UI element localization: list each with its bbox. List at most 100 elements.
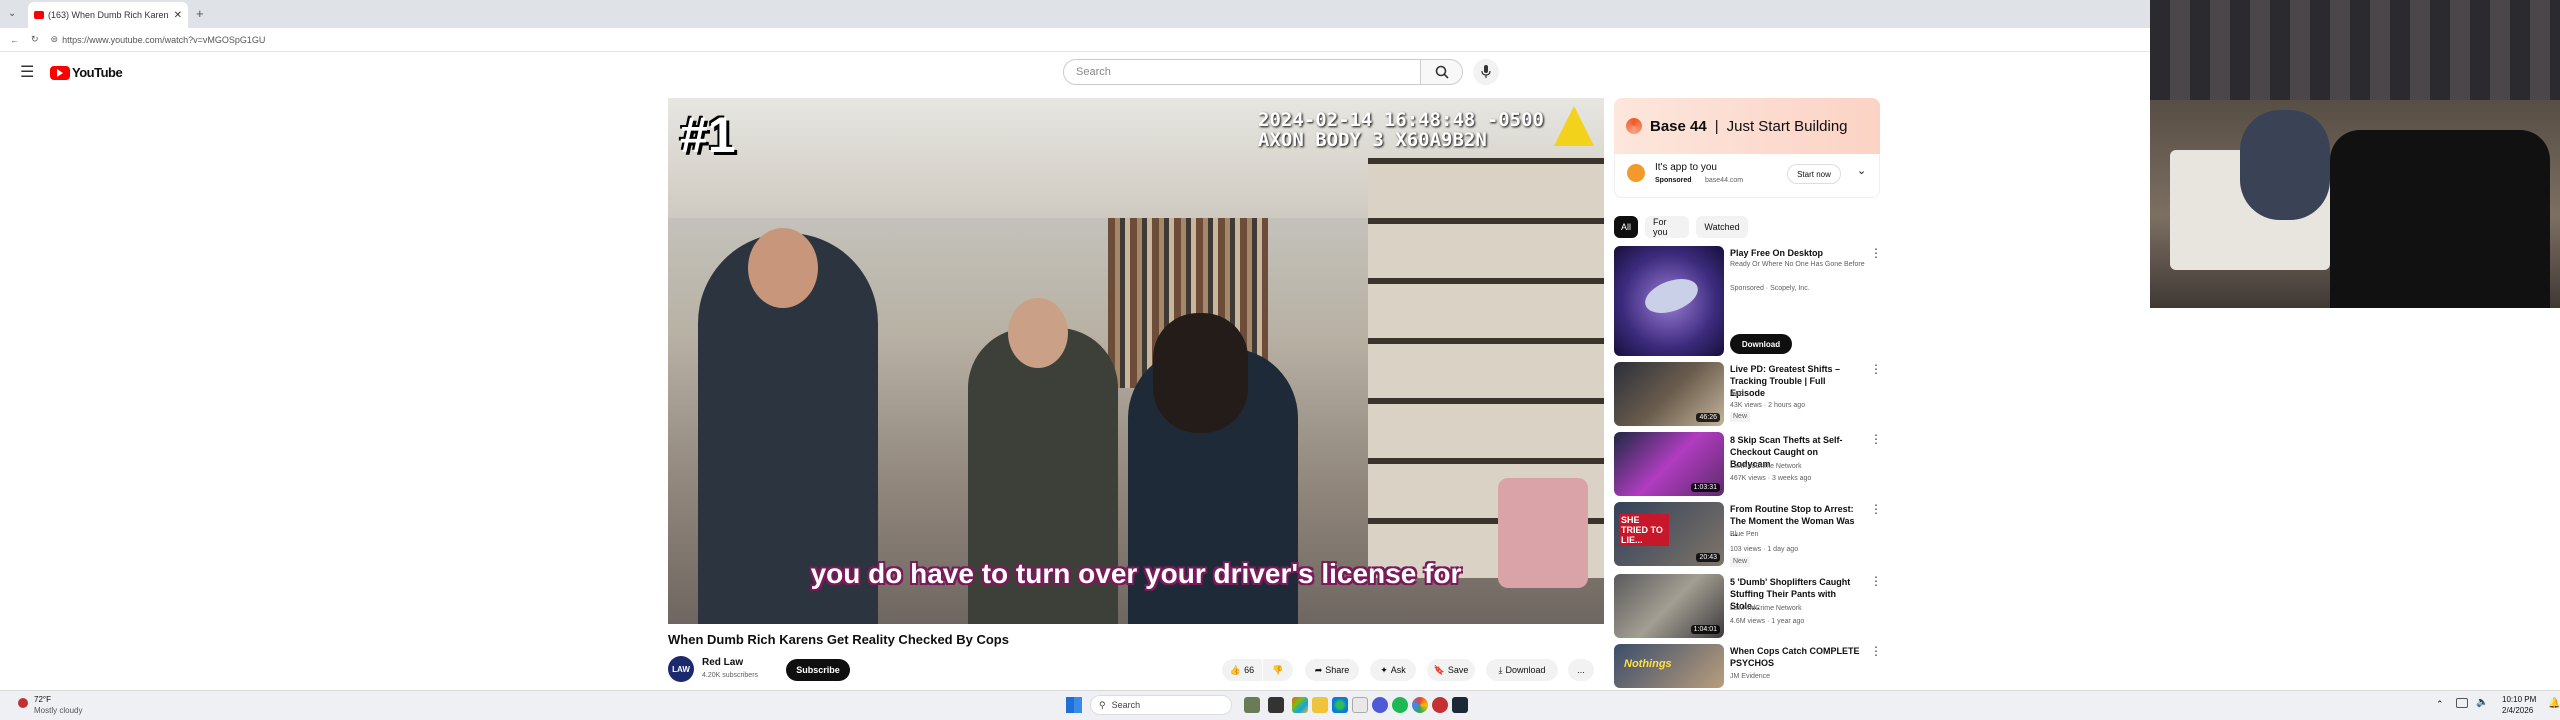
channel-name[interactable]: Blue Pen xyxy=(1730,530,1758,540)
video-meta: 43K views · 2 hours ago xyxy=(1730,402,1806,409)
channel-name[interactable]: A&E xyxy=(1730,390,1744,400)
chip-for-you[interactable]: For you xyxy=(1645,216,1689,238)
hamburger-menu-icon[interactable]: ☰ xyxy=(20,62,34,82)
file-explorer-icon[interactable] xyxy=(1312,697,1328,713)
video-thumbnail[interactable]: 1:03:31 xyxy=(1614,432,1724,496)
video-meta: Sponsored · Scopely, Inc. xyxy=(1730,285,1810,292)
base44-logo-icon xyxy=(1626,118,1642,134)
notifications-icon[interactable]: 🔔 xyxy=(2548,698,2560,709)
share-label: Share xyxy=(1325,665,1350,675)
chevron-down-icon[interactable]: ⌄ xyxy=(1857,164,1866,177)
task-view-icon[interactable] xyxy=(1268,697,1284,713)
video-thumbnail[interactable]: 46:26 xyxy=(1614,362,1724,426)
browser-tab-bar: ⌄ (163) When Dumb Rich Karen ✕ + xyxy=(0,0,2150,28)
new-badge: New xyxy=(1730,412,1751,422)
more-actions-icon: ... xyxy=(1577,665,1585,675)
youtube-logo-text[interactable]: YouTube xyxy=(72,65,123,80)
dislike-button[interactable]: 👎 xyxy=(1263,659,1293,681)
download-icon: ⤓ xyxy=(1498,664,1503,675)
video-player[interactable]: #1 2024-02-14 16:48:48 -0500 AXON BODY 3… xyxy=(668,98,1604,624)
subscribe-button[interactable]: Subscribe xyxy=(786,659,850,681)
spotify-icon[interactable] xyxy=(1392,697,1408,713)
video-thumbnail[interactable]: 1:04:01 xyxy=(1614,574,1724,638)
youtube-favicon-icon xyxy=(34,11,44,19)
share-icon: ➦ xyxy=(1314,664,1323,675)
kebab-menu-icon[interactable]: ⋮ xyxy=(1870,432,1882,446)
reload-icon[interactable]: ↻ xyxy=(31,34,39,45)
video-scene-man-head xyxy=(748,228,818,308)
like-button[interactable]: 👍 66 xyxy=(1222,659,1262,681)
video-duration: 20:43 xyxy=(1696,553,1720,562)
close-tab-icon[interactable]: ✕ xyxy=(174,10,182,21)
ad-separator: | xyxy=(1714,117,1719,135)
ask-label: Ask xyxy=(1390,665,1406,675)
channel-name[interactable]: LawAndCrime Network xyxy=(1730,604,1802,614)
like-count: 66 xyxy=(1244,665,1255,675)
video-title[interactable]: Live PD: Greatest Shifts – Tracking Trou… xyxy=(1730,363,1860,399)
new-tab-button[interactable]: + xyxy=(196,6,204,21)
download-button[interactable]: ⤓ Download xyxy=(1486,659,1558,681)
ask-button[interactable]: ✦ Ask xyxy=(1370,659,1416,681)
discord-icon[interactable] xyxy=(1372,697,1388,713)
search-button[interactable] xyxy=(1421,59,1463,85)
taskbar: 72°F Mostly cloudy ⚲ Search ⌃ 🔈 10:10 PM … xyxy=(0,690,2560,720)
video-thumbnail[interactable]: SHE TRIED TO LIE... 20:43 xyxy=(1614,502,1724,566)
tab-menu-icon[interactable]: ⌄ xyxy=(8,8,16,19)
copilot-icon[interactable] xyxy=(1292,697,1308,713)
chrome-icon[interactable] xyxy=(1412,697,1428,713)
browser-tab[interactable]: (163) When Dumb Rich Karen ✕ xyxy=(28,2,188,28)
chip-all[interactable]: All xyxy=(1614,216,1638,238)
youtube-logo-icon[interactable] xyxy=(50,66,70,80)
network-icon[interactable] xyxy=(2456,698,2468,708)
kebab-menu-icon[interactable]: ⋮ xyxy=(1870,362,1882,376)
app-icon[interactable] xyxy=(1352,697,1368,713)
show-hidden-icons[interactable]: ⌃ xyxy=(2436,699,2444,710)
thumbnail-text: SHE TRIED TO LIE... xyxy=(1619,514,1669,546)
thumbs-up-icon: 👍 xyxy=(1229,664,1242,675)
ad-body: It's app to you Sponsored base44.com Sta… xyxy=(1614,154,1880,198)
kebab-menu-icon[interactable]: ⋮ xyxy=(1870,502,1882,516)
channel-subscribers: 4.20K subscribers xyxy=(702,672,759,679)
chip-watched[interactable]: Watched xyxy=(1696,216,1748,238)
video-meta: 103 views · 1 day ago xyxy=(1730,546,1799,553)
kebab-menu-icon[interactable]: ⋮ xyxy=(1870,644,1882,658)
video-title[interactable]: Play Free On Desktop xyxy=(1730,247,1860,259)
taskbar-search[interactable]: ⚲ Search xyxy=(1090,695,1232,715)
channel-avatar[interactable]: LAW xyxy=(668,656,694,682)
steam-icon[interactable] xyxy=(1452,697,1468,713)
thumbnail-text: Nothings xyxy=(1624,658,1672,670)
site-info-icon[interactable]: ⊜ xyxy=(51,34,59,45)
weather-temp[interactable]: 72°F xyxy=(34,695,51,704)
edge-icon[interactable] xyxy=(1332,697,1348,713)
channel-name[interactable]: LawAndCrime Network xyxy=(1730,462,1802,472)
more-actions-button[interactable]: ... xyxy=(1568,659,1594,681)
webcam-chair xyxy=(2330,130,2550,308)
thumbs-down-icon: 👎 xyxy=(1272,664,1284,675)
volume-icon[interactable]: 🔈 xyxy=(2476,697,2488,708)
save-button[interactable]: 🔖 Save xyxy=(1427,659,1475,681)
url-field[interactable]: https://www.youtube.com/watch?v=vMGOSpG1… xyxy=(62,35,265,45)
channel-name[interactable]: Red Law xyxy=(702,657,743,668)
kebab-menu-icon[interactable]: ⋮ xyxy=(1870,246,1882,260)
ad-banner[interactable]: Base 44 | Just Start Building xyxy=(1614,98,1880,154)
video-title[interactable]: When Cops Catch COMPLETE PSYCHOS xyxy=(1730,645,1860,669)
voice-search-button[interactable] xyxy=(1473,59,1499,85)
video-thumbnail[interactable]: Nothings xyxy=(1614,644,1724,688)
video-thumbnail[interactable] xyxy=(1614,246,1724,356)
video-duration: 1:04:01 xyxy=(1690,625,1720,634)
widgets-icon[interactable] xyxy=(1244,697,1260,713)
bodycam-timestamp: 2024-02-14 16:48:48 -0500 AXON BODY 3 X6… xyxy=(1258,110,1544,150)
channel-name[interactable]: JM Evidence xyxy=(1730,672,1770,682)
ad-cta-button[interactable]: Start now xyxy=(1787,164,1841,184)
taskbar-search-label: Search xyxy=(1111,700,1141,710)
obs-icon[interactable] xyxy=(1432,697,1448,713)
clock-date[interactable]: 2/4/2026 xyxy=(2502,706,2533,715)
webcam-curtain xyxy=(2150,0,2560,100)
kebab-menu-icon[interactable]: ⋮ xyxy=(1870,574,1882,588)
search-input[interactable]: Search xyxy=(1063,59,1421,85)
windows-start-icon[interactable] xyxy=(1066,697,1082,713)
download-game-button[interactable]: Download xyxy=(1730,334,1792,354)
clock-time[interactable]: 10:10 PM xyxy=(2502,695,2536,704)
share-button[interactable]: ➦ Share xyxy=(1305,659,1359,681)
back-icon[interactable]: ← xyxy=(10,35,19,45)
